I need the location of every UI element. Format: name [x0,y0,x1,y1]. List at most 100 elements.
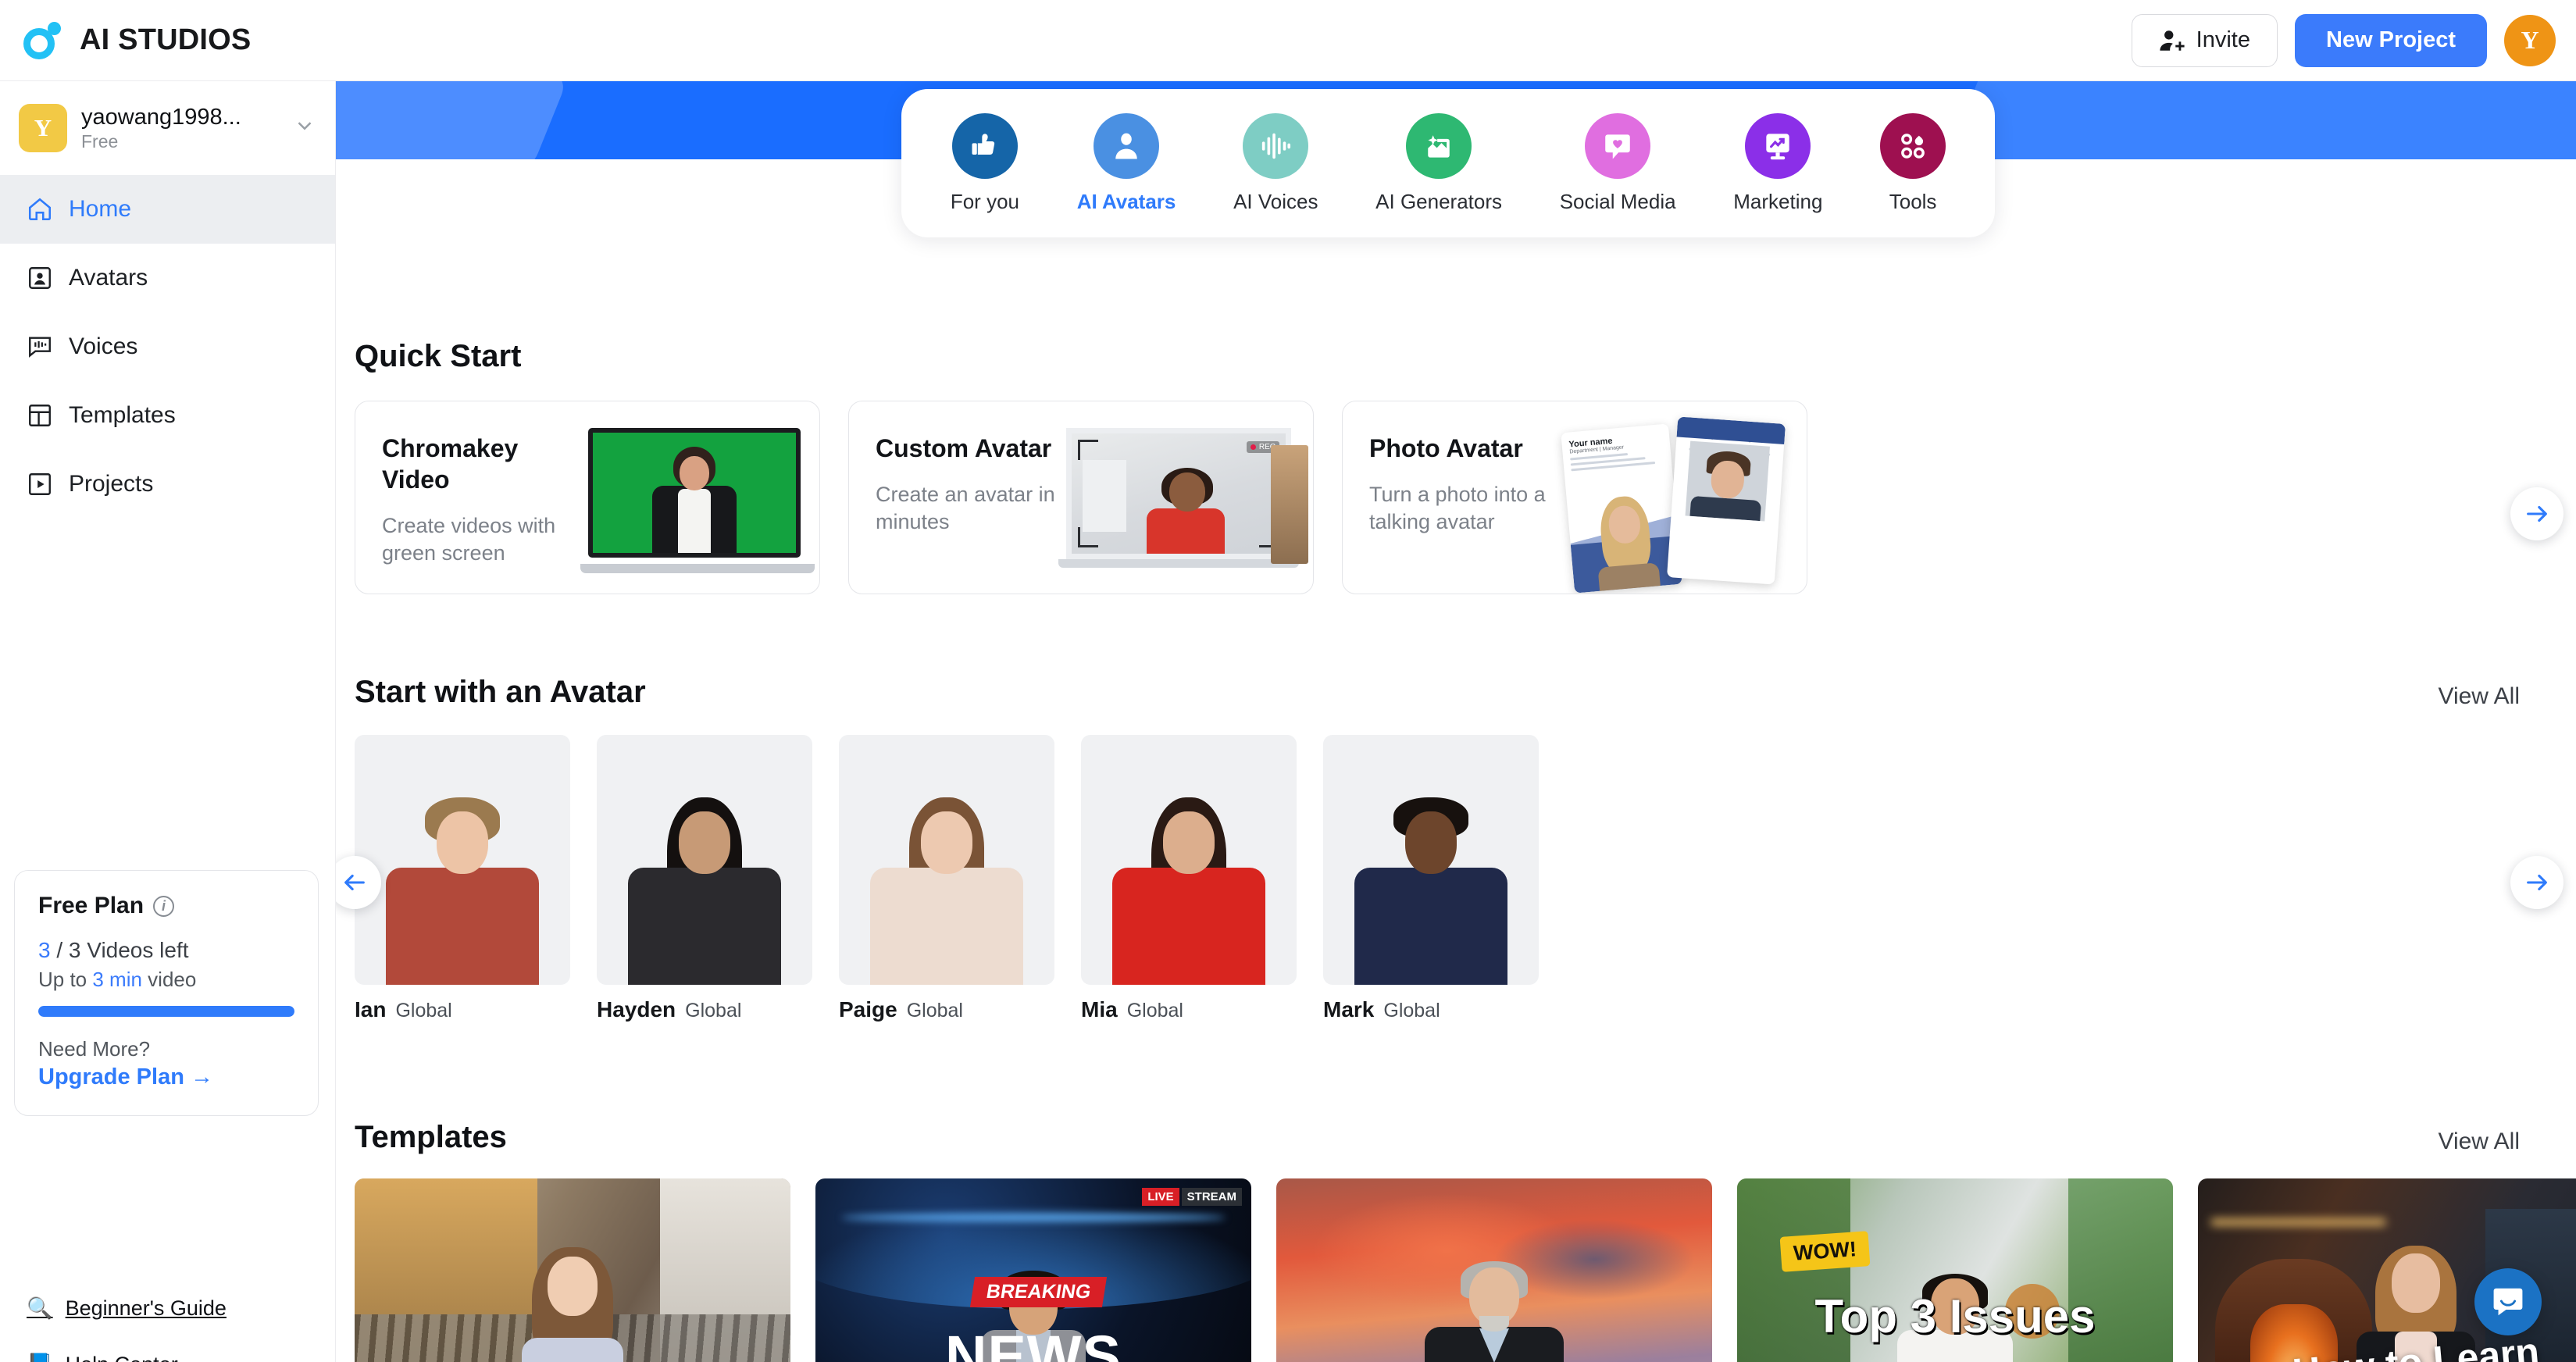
tab-ai-generators-label: AI Generators [1375,189,1503,213]
sidebar-item-avatars[interactable]: Avatars [0,244,335,312]
voices-icon [29,337,51,358]
quick-start-card-photo-avatar[interactable]: Photo Avatar Turn a photo into a talking… [1342,401,1807,594]
sidebar-item-projects[interactable]: Projects [0,450,335,519]
chromakey-card-title: Chromakey Video [382,434,519,494]
tab-marketing[interactable]: Marketing [1733,112,1823,214]
plan-title-label: Free Plan [38,893,144,918]
avatar-card[interactable]: Hayden Global [597,735,812,1022]
sidebar-item-home-label: Home [69,196,132,222]
live-stream-badge: LIVE STREAM [1142,1188,1242,1206]
avatars-icon [29,267,51,289]
main-content: For you AI Avatars AI Voices AI Generato… [336,81,2576,1362]
start-with-avatar-section: Start with an Avatar View All Ian Global H… [336,675,2564,1022]
tab-social-media-label: Social Media [1559,189,1676,213]
info-icon[interactable]: i [153,895,175,917]
category-tab-bar: For you AI Avatars AI Voices AI Generato… [901,89,1995,237]
templates-view-all-link[interactable]: View All [2438,1128,2520,1155]
chat-bubble-icon [2493,1288,2523,1316]
avatar-thumbnail[interactable] [597,735,812,985]
avatar-name: Hayden [597,997,676,1021]
avatars-section-title: Start with an Avatar [355,675,646,709]
avatar-card[interactable]: Mia Global [1081,735,1297,1022]
invite-button[interactable]: Invite [2131,13,2278,67]
custom-avatar-card-title: Custom Avatar [876,434,1052,462]
image-sparkle-icon [1406,112,1472,179]
plan-video-limit: Up to 3 min video [38,968,197,991]
top-bar-actions: Invite New Project Y [2131,13,2556,67]
brand-name: AI STUDIOS [80,23,252,56]
avatar-thumbnail[interactable] [839,735,1054,985]
app-root: AI STUDIOS Invite New Project Y Y yaowan… [0,0,2576,1362]
avatar-thumbnail[interactable] [355,735,570,985]
plan-progress-bar [38,1006,294,1017]
beginners-guide-label: Beginner's Guide [65,1296,227,1320]
tab-ai-voices-label: AI Voices [1233,189,1318,213]
avatar-name: Mark [1323,997,1375,1021]
chromakey-illustration [562,401,819,594]
templates-icon [29,405,51,426]
avatar-scope: Global [906,1000,963,1021]
avatar-carousel: Ian Global Hayden Global Paige Global Mia Globa… [355,735,2557,1022]
tab-marketing-label: Marketing [1733,189,1823,213]
tab-social-media[interactable]: Social Media [1559,112,1676,214]
plan-videos-left: 3 / 3 Videos left [38,938,189,962]
quick-start-next-button[interactable] [2510,487,2564,540]
chromakey-card-desc: Create videos with green screen [382,514,556,565]
ai-studios-logo-icon [22,19,66,62]
template-card-breaking-news[interactable]: LIVE STREAM BREAKING NEWS Let me tell yo… [815,1178,1251,1362]
upgrade-plan-link[interactable]: Upgrade Plan → [38,1064,294,1090]
avatar-thumbnail[interactable] [1081,735,1297,985]
chevron-down-icon[interactable] [293,114,316,143]
templates-section: Templates View All VR Death experience [355,1120,2576,1362]
tab-for-you[interactable]: For you [950,112,1019,214]
magnifier-icon: 🔍 [27,1296,53,1320]
sidebar-nav: Home Avatars Voices Templates Projects [0,175,335,519]
tab-tools-label: Tools [1889,189,1937,213]
sidebar-help-links: 🔍 Beginner's Guide 📘 Help Center 📄 API D… [27,1296,227,1362]
template-card-top3[interactable]: WOW! Top 3 Issues in 2023 [1737,1178,2173,1362]
tab-for-you-label: For you [950,189,1019,213]
quick-start-card-chromakey[interactable]: Chromakey Video Create videos with green… [355,401,820,594]
sidebar-item-templates[interactable]: Templates [0,381,335,450]
avatar-scope: Global [685,1000,742,1021]
tab-ai-avatars[interactable]: AI Avatars [1076,112,1176,214]
help-center-link[interactable]: 📘 Help Center [27,1352,227,1362]
avatar-name: Mia [1081,997,1118,1021]
avatar-card[interactable]: Ian Global [355,735,570,1022]
chat-widget-button[interactable] [2474,1268,2542,1335]
thumbs-up-icon [951,112,1018,179]
avatars-view-all-link[interactable]: View All [2438,683,2520,710]
avatars-next-button[interactable] [2510,856,2564,909]
sidebar: Y yaowang1998... Free Home Avatars Voice… [0,81,336,1362]
book-icon: 📘 [27,1352,53,1362]
account-switcher[interactable]: Y yaowang1998... Free [0,81,335,175]
sidebar-item-avatars-label: Avatars [69,265,148,291]
sidebar-item-projects-label: Projects [69,471,154,497]
account-name: yaowang1998... [81,104,241,130]
avatar-card[interactable]: Paige Global [839,735,1054,1022]
account-avatar: Y [19,104,67,152]
user-avatar[interactable]: Y [2504,14,2556,66]
tab-ai-avatars-label: AI Avatars [1076,189,1176,213]
chart-screen-icon [1745,112,1811,179]
new-project-button[interactable]: New Project [2295,13,2487,67]
avatar-thumbnail[interactable] [1323,735,1539,985]
sidebar-item-home[interactable]: Home [0,175,335,244]
tab-tools[interactable]: Tools [1880,112,1946,214]
beginners-guide-link[interactable]: 🔍 Beginner's Guide [27,1296,227,1321]
avatar-scope: Global [1383,1000,1440,1021]
account-plan: Free [81,130,119,152]
template-card-sunset[interactable]: Guiding my steps, leaving no empty space… [1276,1178,1712,1362]
tab-ai-generators[interactable]: AI Generators [1375,112,1503,214]
top-bar: AI STUDIOS Invite New Project Y [0,0,2576,81]
projects-icon [29,473,51,495]
quick-start-card-custom-avatar[interactable]: Custom Avatar Create an avatar in minute… [848,401,1314,594]
sidebar-item-voices[interactable]: Voices [0,312,335,381]
brand-logo[interactable]: AI STUDIOS [22,19,251,62]
tab-ai-voices[interactable]: AI Voices [1233,112,1318,214]
sidebar-item-voices-label: Voices [69,333,138,359]
templates-section-title: Templates [355,1120,507,1154]
template-card-vr-death[interactable]: VR Death experience [355,1178,790,1362]
avatar-card[interactable]: Mark Global [1323,735,1539,1022]
avatar-scope: Global [1126,1000,1183,1021]
